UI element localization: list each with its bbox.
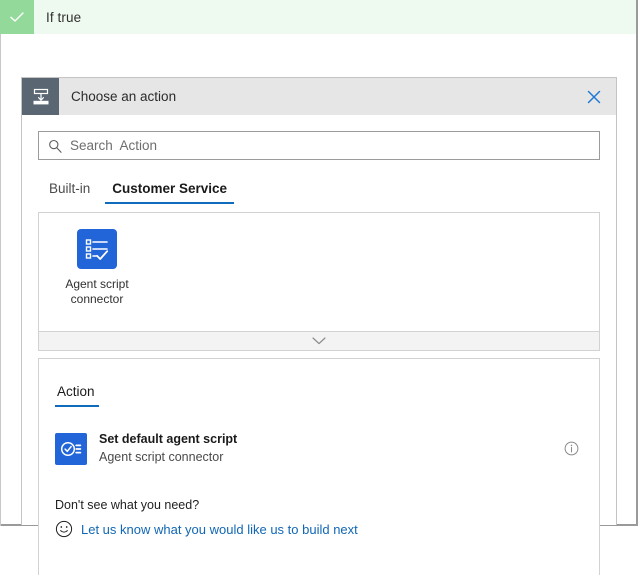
info-button[interactable] xyxy=(561,439,581,459)
tab-built-in[interactable]: Built-in xyxy=(38,181,101,204)
connector-tile-label: Agent script connector xyxy=(51,277,143,307)
check-icon xyxy=(0,0,34,34)
list-item-title: Set default agent script xyxy=(99,431,561,448)
tab-action[interactable]: Action xyxy=(55,384,97,407)
connector-tile-agent-script[interactable]: Agent script connector xyxy=(47,221,147,311)
footer-question: Don't see what you need? xyxy=(55,498,583,512)
list-item-text: Set default agent script Agent script co… xyxy=(99,431,561,466)
footer: Don't see what you need? Let us know wha… xyxy=(55,498,583,538)
screenshot-root: If true Choose an action xyxy=(0,0,638,526)
search-icon xyxy=(48,139,62,153)
search-row: Search Action xyxy=(22,115,616,160)
check-circle-list-icon xyxy=(55,433,87,465)
branch-title: If true xyxy=(46,10,81,25)
smiley-icon xyxy=(55,520,73,538)
gallery-expand-button[interactable] xyxy=(38,332,600,351)
checklist-icon xyxy=(77,229,117,269)
tab-action-label: Action xyxy=(57,384,95,399)
close-button[interactable] xyxy=(572,78,616,115)
results-tabs: Action xyxy=(55,359,583,407)
list-item-subtitle: Agent script connector xyxy=(99,449,561,466)
search-input[interactable]: Search Action xyxy=(38,131,600,160)
tab-customer-service-label: Customer Service xyxy=(112,181,227,196)
info-icon xyxy=(564,441,579,456)
feedback-link[interactable]: Let us know what you would like us to bu… xyxy=(81,522,358,537)
search-placeholder: Search Action xyxy=(70,138,157,153)
panel-title: Choose an action xyxy=(71,89,176,104)
tab-built-in-label: Built-in xyxy=(49,181,90,196)
branch-connector-rail xyxy=(0,34,1,526)
connector-gallery: Agent script connector xyxy=(38,212,600,332)
connector-category-tabs: Built-in Customer Service xyxy=(22,174,616,204)
results-area: Action Set default agent script Agent sc… xyxy=(38,358,600,575)
chevron-down-icon xyxy=(312,337,326,345)
tab-customer-service[interactable]: Customer Service xyxy=(101,181,238,204)
branch-header-if-true: If true xyxy=(0,0,636,34)
close-icon xyxy=(587,90,601,104)
flow-action-icon xyxy=(22,78,59,115)
choose-an-action-panel: Choose an action Search Action Built-in xyxy=(21,77,617,525)
list-item[interactable]: Set default agent script Agent script co… xyxy=(55,419,583,478)
footer-link-row: Let us know what you would like us to bu… xyxy=(55,520,583,538)
panel-header: Choose an action xyxy=(22,78,616,115)
